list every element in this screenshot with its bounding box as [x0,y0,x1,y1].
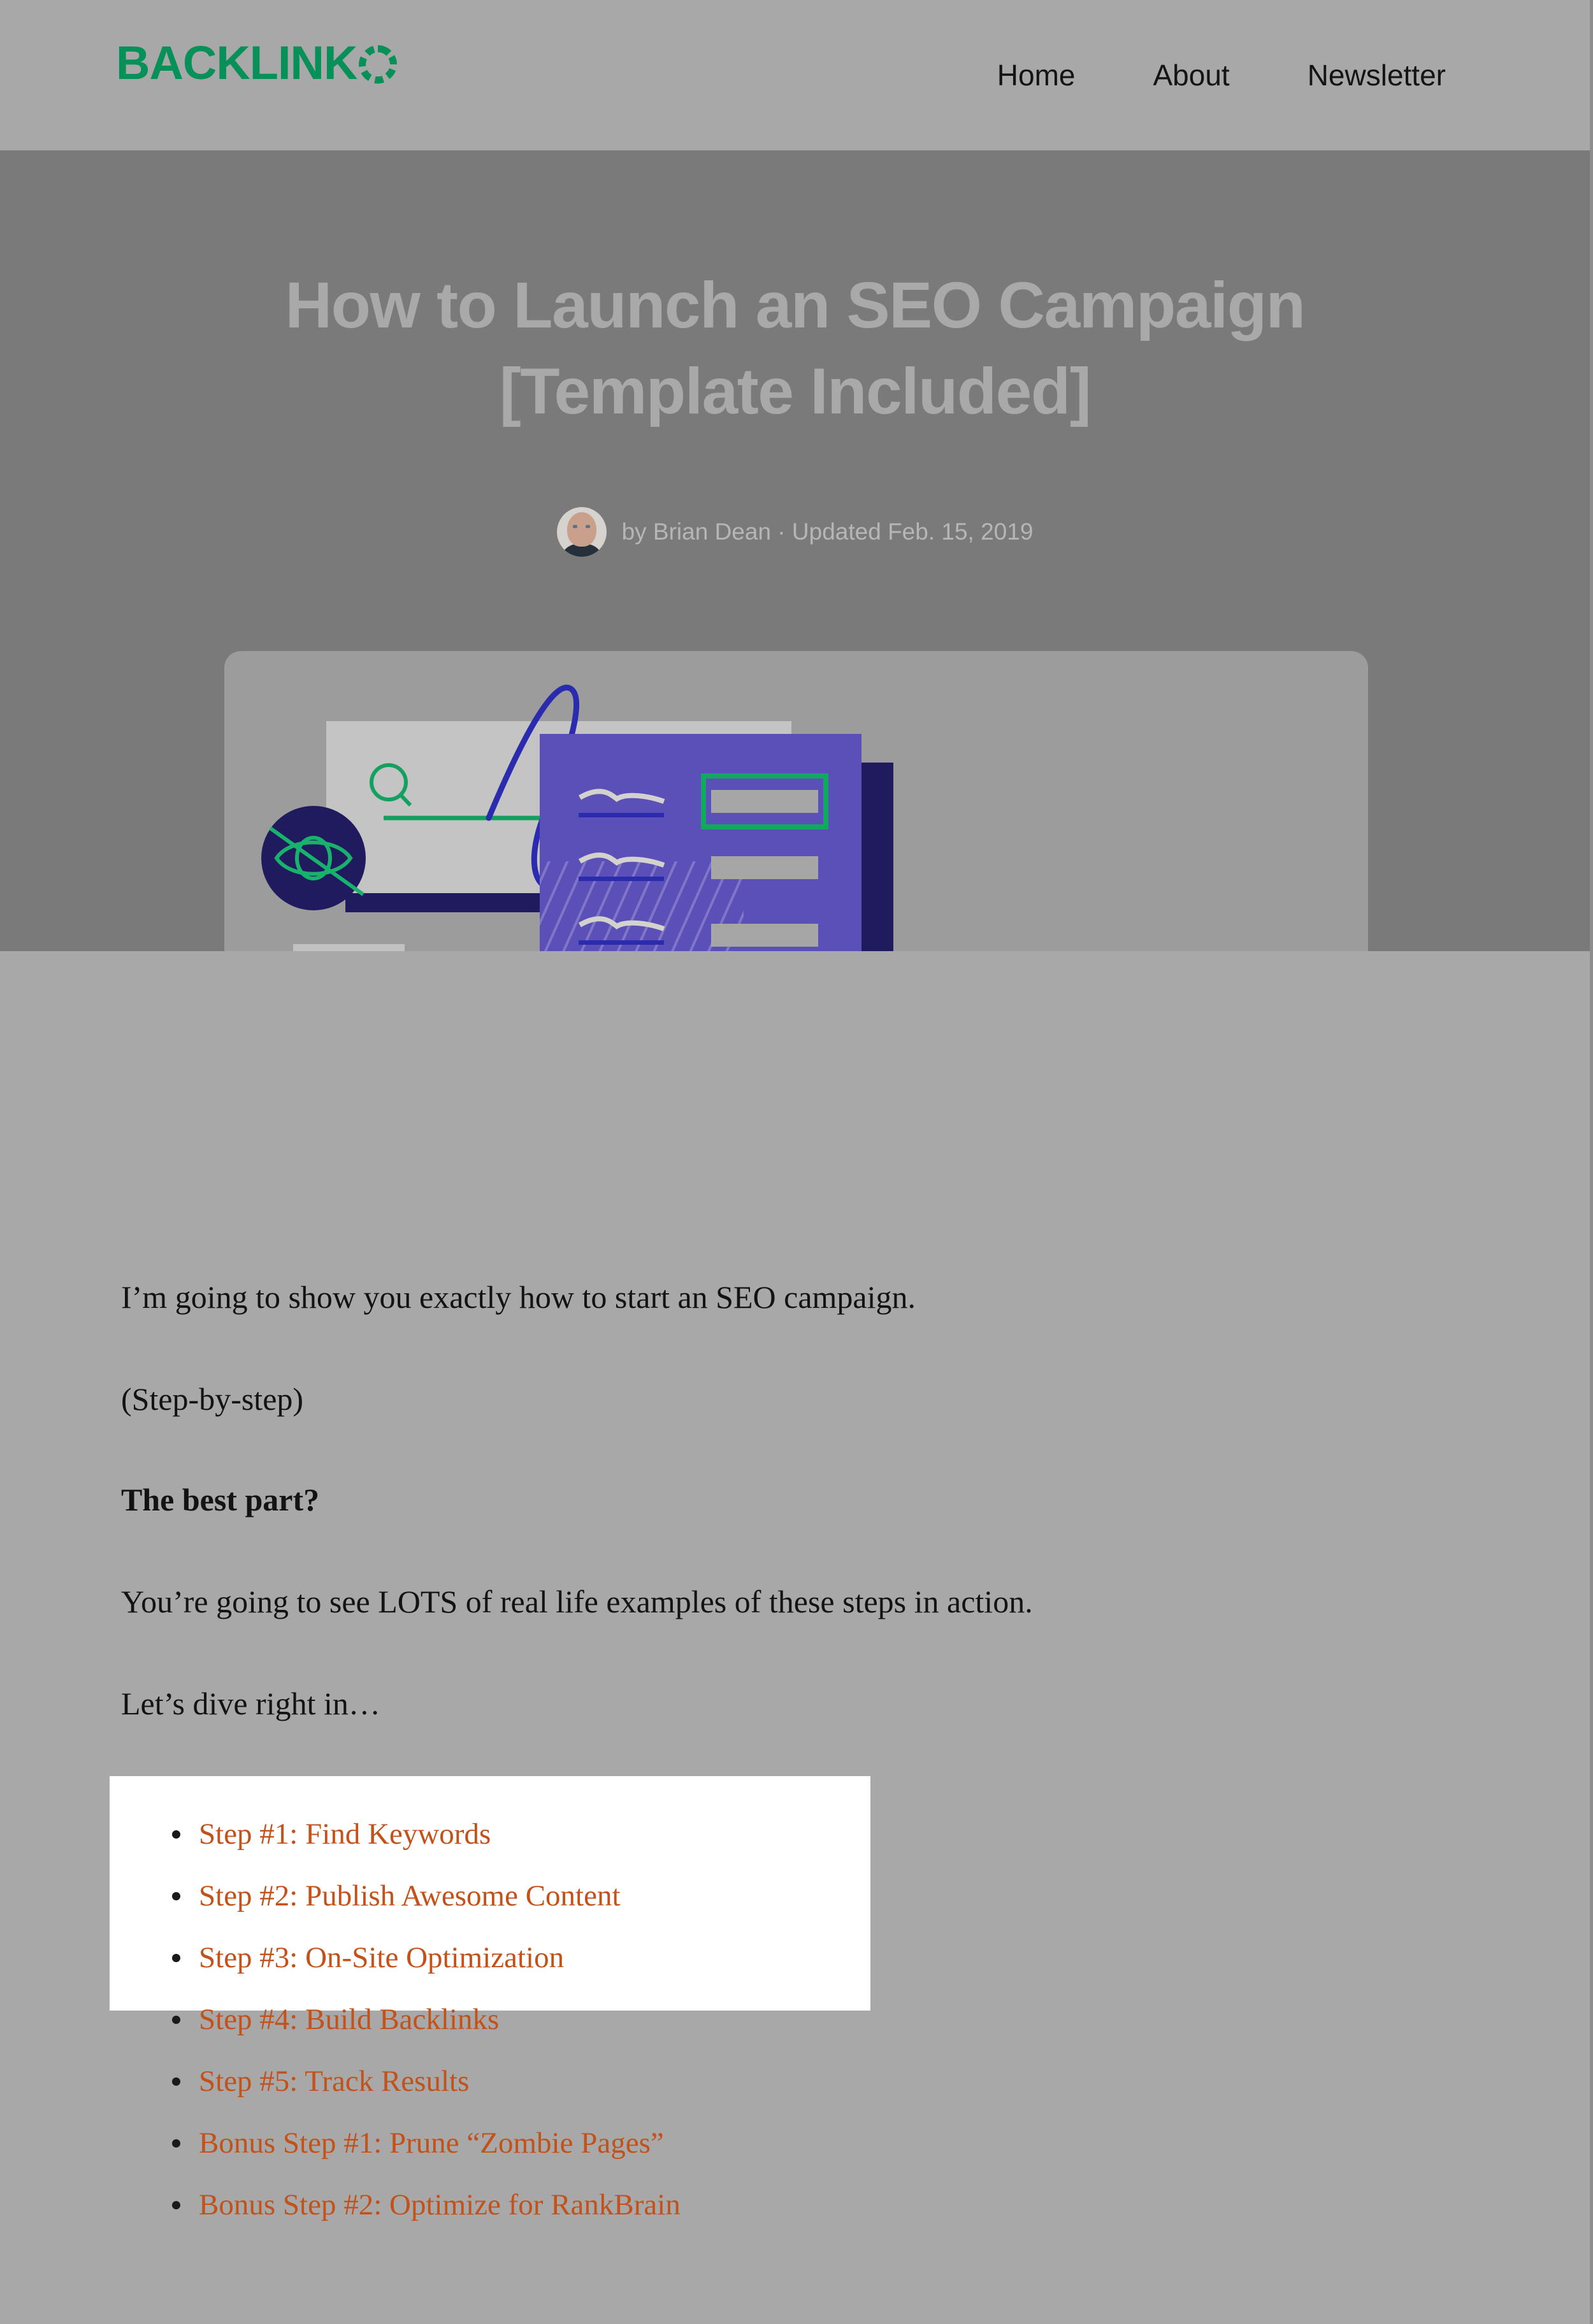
paragraph-1: I’m going to show you exactly how to sta… [121,1279,916,1315]
paragraph-4: You’re going to see LOTS of real life ex… [121,1584,1033,1619]
table-of-contents-box: Step #1: Find Keywords Step #2: Publish … [110,1776,870,2220]
toc-link-step-2[interactable]: Step #2: Publish Awesome Content [199,1879,621,1912]
main-navigation: Home About Newsletter [997,0,1446,150]
page-edge-strip [1590,0,1593,2324]
nav-item-newsletter[interactable]: Newsletter [1308,58,1446,92]
byline-text: by Brian Dean · Updated Feb. 15, 2019 [621,519,1034,545]
page-title-line-1: How to Launch an SEO Campaign [285,269,1306,341]
list-item: Step #3: On-Site Optimization [172,1941,681,1974]
toc-link-bonus-step-1[interactable]: Bonus Step #1: Prune “Zombie Pages” [199,2127,664,2160]
toc-link-step-3[interactable]: Step #3: On-Site Optimization [199,1941,564,1974]
toc-link-step-5[interactable]: Step #5: Track Results [199,2065,469,2098]
paragraph-2: (Step-by-step) [121,1381,304,1417]
list-item: Step #2: Publish Awesome Content [172,1879,681,1912]
site-logo[interactable]: BACKLINK [116,39,398,87]
page-title: How to Launch an SEO Campaign [Template … [0,262,1590,434]
list-item: Bonus Step #2: Optimize for RankBrain [172,2188,681,2221]
table-of-contents-list: Step #1: Find Keywords Step #2: Publish … [172,1818,681,2252]
list-item: Bonus Step #1: Prune “Zombie Pages” [172,2127,681,2160]
logo-wordmark: BACKLINK [116,36,357,89]
list-item: Step #1: Find Keywords [172,1818,681,1851]
paragraph-5: Let’s dive right in… [121,1686,380,1721]
page-title-line-2: [Template Included] [499,354,1092,427]
list-item: Step #5: Track Results [172,2065,681,2098]
paragraph-3: The best part? [121,1482,320,1517]
nav-item-about[interactable]: About [1153,58,1229,92]
toc-link-bonus-step-2[interactable]: Bonus Step #2: Optimize for RankBrain [199,2188,681,2221]
site-header: BACKLINK Home About Newsletter [0,0,1590,150]
avatar [556,507,607,557]
toc-link-step-1[interactable]: Step #1: Find Keywords [199,1818,491,1851]
article-body: I’m going to show you exactly how to sta… [0,951,1590,2324]
byline: by Brian Dean · Updated Feb. 15, 2019 [0,507,1590,557]
toc-link-step-4[interactable]: Step #4: Build Backlinks [199,2003,499,2036]
segmented-ring-icon [359,45,398,84]
nav-item-home[interactable]: Home [997,58,1076,92]
list-item: Step #4: Build Backlinks [172,2003,681,2036]
